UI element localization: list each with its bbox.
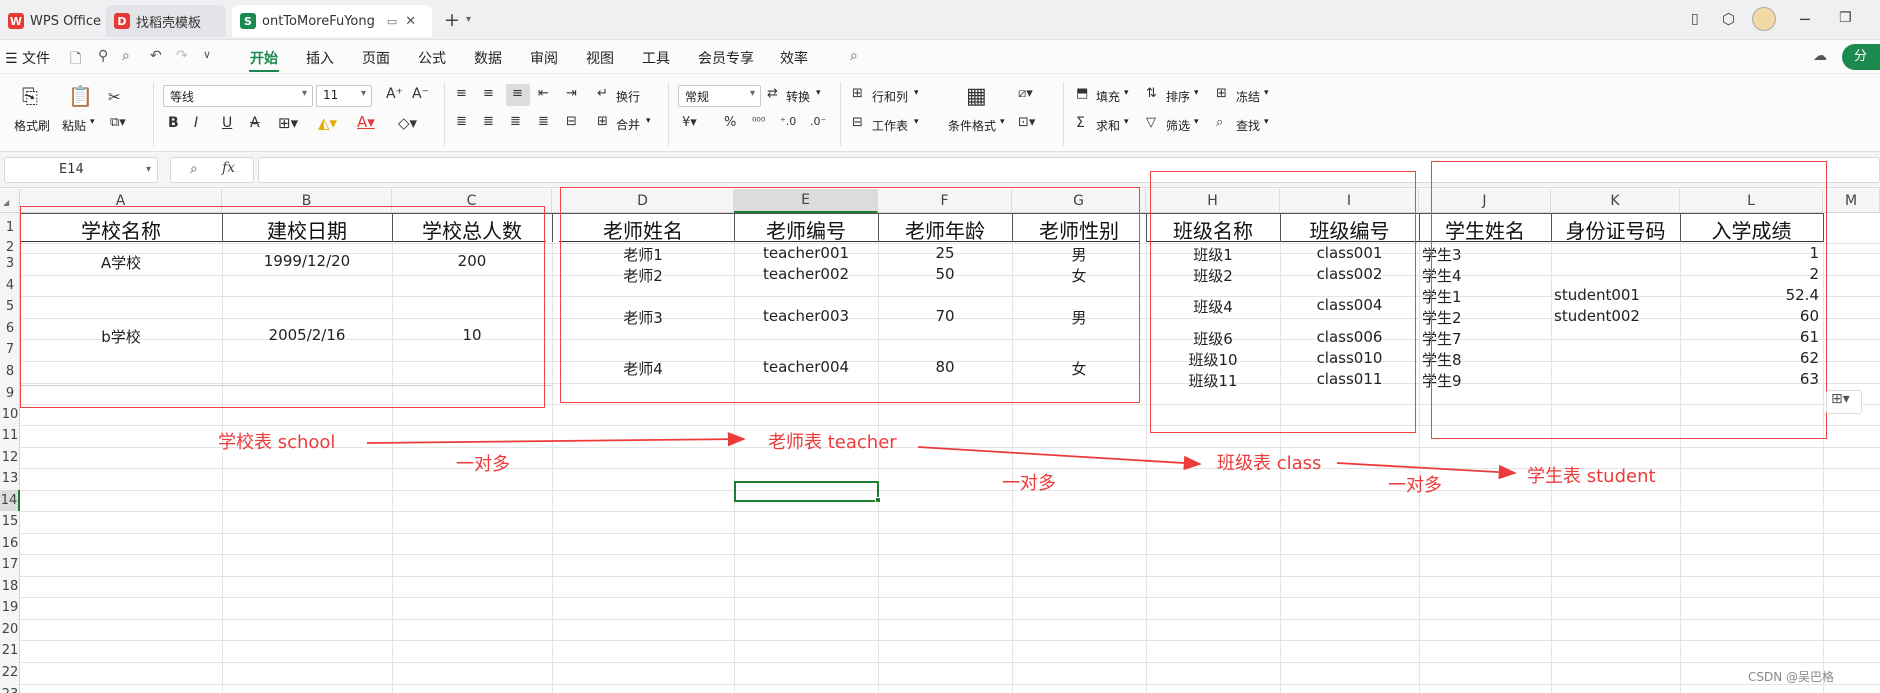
spreadsheet-window: W WPS Office D 找稻壳模板 S ontToMoreFuYong ▭… [0,0,1880,693]
class-table-label: 班级表 class [1217,453,1322,474]
watermark: CSDN @吴巴格 [1748,670,1835,684]
relation-label-3: 一对多 [1388,475,1442,496]
relation-label-1: 一对多 [456,454,510,475]
quick-analysis-icon[interactable]: ⊞▾ [1826,390,1862,414]
student-table-label: 学生表 student [1527,466,1656,487]
school-table-label: 学校表 school [218,432,336,453]
arrow-teacher-to-class [917,446,1202,471]
arrow-school-to-teacher [366,431,746,447]
teacher-table-label: 老师表 teacher [768,432,897,453]
relation-label-2: 一对多 [1002,473,1056,494]
relation-arrows [366,431,1517,480]
